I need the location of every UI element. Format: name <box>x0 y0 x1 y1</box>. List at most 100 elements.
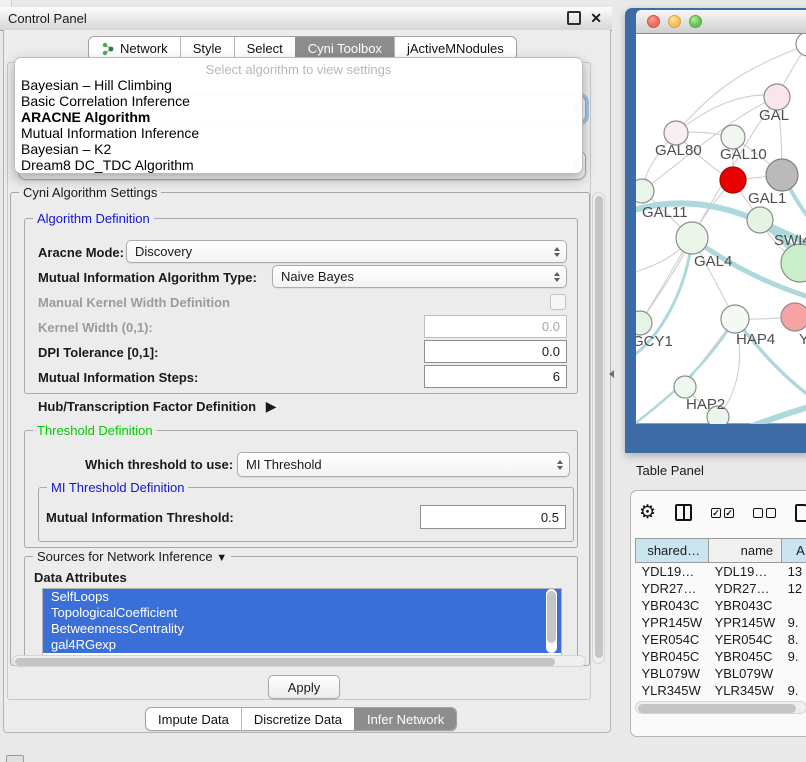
table-row[interactable]: YPR145WYPR145W9. <box>636 614 806 631</box>
network-node[interactable] <box>721 305 749 333</box>
network-node[interactable] <box>676 222 708 254</box>
table-cell[interactable]: 9. <box>782 682 806 699</box>
apply-button[interactable]: Apply <box>268 675 340 699</box>
deselect-all-columns-icon[interactable] <box>753 508 776 518</box>
sources-group-title[interactable]: Sources for Network Inference ▼ <box>33 549 231 566</box>
table-cell[interactable] <box>782 665 806 682</box>
data-attributes-label: Data Attributes <box>34 570 127 585</box>
table-row[interactable]: YBL079WYBL079W <box>636 665 806 682</box>
frame-notch <box>0 0 12 7</box>
table-cell[interactable]: YBL079W <box>709 665 782 682</box>
table-row[interactable]: YER054CYER054C8. <box>636 631 806 648</box>
traffic-light-zoom-icon[interactable] <box>689 15 702 28</box>
settings-hscrollbar[interactable] <box>12 655 586 667</box>
network-node[interactable] <box>796 34 806 56</box>
table-cell[interactable]: YBR045C <box>636 648 709 665</box>
list-item[interactable]: BetweennessCentrality <box>43 621 561 637</box>
dropdown-item[interactable]: ARACNE Algorithm <box>15 109 582 125</box>
traffic-light-minimize-icon[interactable] <box>668 15 681 28</box>
table-cell[interactable]: YBR045C <box>709 648 782 665</box>
attribute-list-scrollbar[interactable] <box>546 589 557 653</box>
traffic-light-close-icon[interactable] <box>647 15 660 28</box>
table-cell[interactable]: YBL079W <box>636 665 709 682</box>
close-icon[interactable]: ✕ <box>590 11 602 25</box>
data-attributes-list[interactable]: SelfLoopsTopologicalCoefficientBetweenne… <box>42 588 562 656</box>
table-cell[interactable]: YBR043C <box>709 597 782 614</box>
dropdown-item[interactable]: Dream8 DC_TDC Algorithm <box>15 157 582 173</box>
tab-impute-data[interactable]: Impute Data <box>146 708 241 730</box>
table-cell[interactable]: 12 <box>782 580 806 597</box>
list-item[interactable]: SelfLoops <box>43 589 561 605</box>
manual-kernel-checkbox[interactable] <box>550 294 566 310</box>
which-threshold-combobox[interactable]: MI Threshold <box>237 452 570 477</box>
combo-value: MI Threshold <box>246 457 322 472</box>
list-item[interactable]: TopologicalCoefficient <box>43 605 561 621</box>
table-cell[interactable]: YLR345W <box>636 682 709 699</box>
table-cell[interactable]: YDL19… <box>709 563 782 581</box>
network-node[interactable] <box>720 167 746 193</box>
column-header[interactable]: A <box>782 539 806 563</box>
dropdown-item[interactable]: Mutual Information Inference <box>15 125 582 141</box>
table-cell[interactable] <box>782 597 806 614</box>
table-cell[interactable]: YER054C <box>636 631 709 648</box>
which-threshold-label: Which threshold to use: <box>85 457 233 472</box>
dpi-tolerance-field[interactable]: 0.0 <box>424 340 567 363</box>
table-cell[interactable]: YDR27… <box>636 580 709 597</box>
network-node[interactable] <box>781 303 806 331</box>
network-node[interactable] <box>766 159 798 191</box>
dropdown-item[interactable]: Bayesian – K2 <box>15 141 582 157</box>
table-cell[interactable]: YBR043C <box>636 597 709 614</box>
table-cell[interactable]: YLR345W <box>709 682 782 699</box>
combo-value: Naive Bayes <box>281 269 354 284</box>
control-panel-title: Control Panel <box>0 11 87 26</box>
table-row[interactable]: YDL19…YDL19…13 <box>636 563 806 581</box>
minimized-panel-icon[interactable] <box>6 755 24 762</box>
gear-icon[interactable]: ⚙ <box>639 503 656 522</box>
export-table-icon[interactable] <box>795 504 806 522</box>
table-cell[interactable]: YDR27… <box>709 580 782 597</box>
table-cell[interactable]: YDL19… <box>636 563 709 581</box>
dropdown-item[interactable]: Basic Correlation Inference <box>15 93 582 109</box>
aracne-mode-combobox[interactable]: Discovery <box>126 240 567 263</box>
table-cell[interactable]: YPR145W <box>636 614 709 631</box>
dropdown-item[interactable]: Bayesian – Hill Climbing <box>15 77 582 93</box>
columns-icon[interactable] <box>675 504 692 521</box>
table-cell[interactable]: 9. <box>782 648 806 665</box>
hub-definition-toggle[interactable]: Hub/Transcription Factor Definition ▶ <box>38 398 277 415</box>
table-row[interactable]: YDR27…YDR27…12 <box>636 580 806 597</box>
table-cell[interactable]: 8. <box>782 631 806 648</box>
network-node[interactable] <box>636 179 654 203</box>
table-body: YDL19…YDL19…13YDR27…YDR27…12YBR043CYBR04… <box>636 563 806 717</box>
float-icon[interactable] <box>567 11 581 25</box>
network-node[interactable] <box>781 244 806 282</box>
mi-steps-field[interactable]: 6 <box>424 365 567 388</box>
tab-infer-network[interactable]: Infer Network <box>354 708 456 730</box>
settings-vscrollbar[interactable] <box>592 192 605 664</box>
table-row[interactable]: YBR045CYBR045C9. <box>636 648 806 665</box>
table-cell[interactable]: YPR145W <box>709 614 782 631</box>
table-row[interactable]: YLR345WYLR345W9. <box>636 682 806 699</box>
table-hscrollbar[interactable] <box>635 701 806 714</box>
tab-label: Network <box>120 41 168 56</box>
network-node[interactable] <box>636 311 652 335</box>
list-item[interactable]: gal4RGexp <box>43 637 561 653</box>
network-node[interactable] <box>747 207 773 233</box>
tab-label: Impute Data <box>158 712 229 727</box>
column-header[interactable]: name <box>709 539 782 563</box>
tab-discretize-data[interactable]: Discretize Data <box>241 708 354 730</box>
kernel-width-label: Kernel Width (0,1): <box>38 320 153 335</box>
node-label: Y <box>799 331 806 348</box>
panel-collapse-arrow[interactable] <box>609 370 614 378</box>
mi-type-combobox[interactable]: Naive Bayes <box>272 265 567 288</box>
select-all-columns-icon[interactable]: ✓ ✓ <box>711 508 734 518</box>
network-view-window[interactable]: GALGAL80GAL10GAL11GAL1SWI4GAL4GCY1HAP4YH… <box>625 8 806 453</box>
table-cell[interactable]: 13 <box>782 563 806 581</box>
table-cell[interactable]: YER054C <box>709 631 782 648</box>
table-cell[interactable]: 9. <box>782 614 806 631</box>
column-header[interactable]: shared… <box>636 539 709 563</box>
kernel-width-field[interactable]: 0.0 <box>424 315 567 338</box>
table-row[interactable]: YBR043CYBR043C <box>636 597 806 614</box>
network-canvas[interactable]: GALGAL80GAL10GAL11GAL1SWI4GAL4GCY1HAP4YH… <box>636 34 806 424</box>
network-node[interactable] <box>674 376 696 398</box>
mi-threshold-field[interactable]: 0.5 <box>420 505 566 529</box>
